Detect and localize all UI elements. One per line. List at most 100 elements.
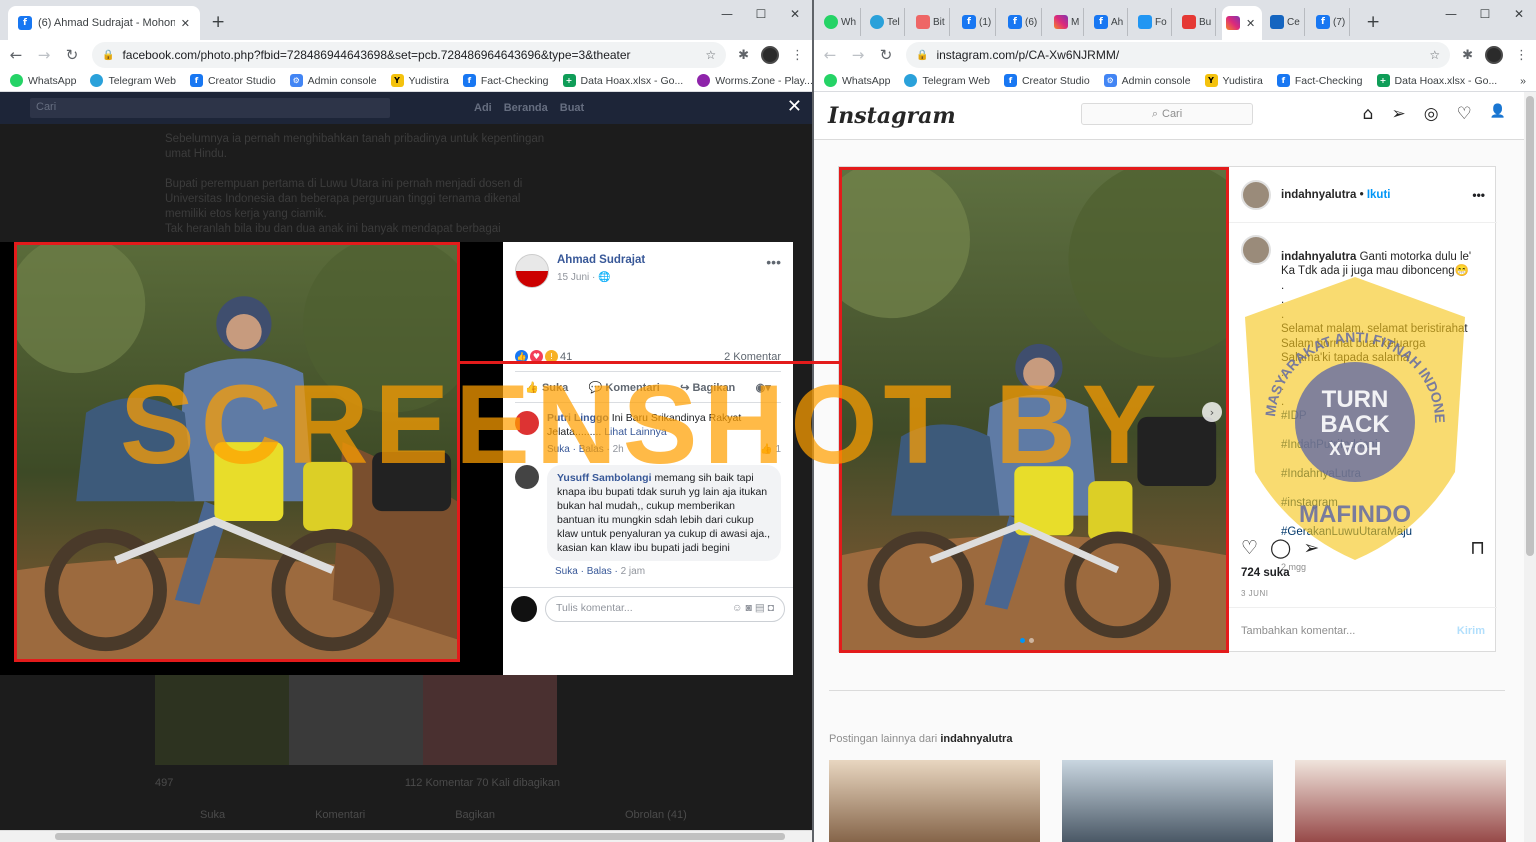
profile-avatar[interactable]: [1485, 46, 1503, 64]
menu-icon[interactable]: ⋮: [1515, 48, 1528, 63]
reload-button[interactable]: ↻: [878, 46, 894, 64]
activity-heart-icon[interactable]: ♡: [1457, 104, 1472, 124]
close-tab-icon[interactable]: ✕: [1246, 17, 1255, 30]
reload-button[interactable]: ↻: [64, 46, 80, 64]
forward-button[interactable]: →: [850, 46, 866, 64]
follow-button[interactable]: Ikuti: [1367, 189, 1391, 201]
bookmark-fact-checking[interactable]: f Fact-Checking: [1276, 74, 1363, 87]
browser-tab-facebook[interactable]: f (6) Ahmad Sudrajat - Mohon Do ✕: [8, 6, 200, 40]
author-name[interactable]: Ahmad Sudrajat: [557, 254, 645, 266]
related-photo[interactable]: [289, 675, 423, 765]
chat-button[interactable]: Obrolan (41): [625, 809, 687, 821]
share-button[interactable]: ↪ Bagikan: [680, 381, 735, 394]
next-slide-button[interactable]: ›: [1202, 402, 1222, 422]
browser-tab[interactable]: Bit: [912, 8, 950, 36]
home-icon[interactable]: ⌂: [1363, 104, 1374, 124]
instagram-search-input[interactable]: ⌕ Cari: [1081, 103, 1253, 125]
post-comment-button[interactable]: Kirim: [1457, 625, 1485, 637]
commenter-name[interactable]: Putri Linggo: [547, 412, 609, 424]
browser-tab[interactable]: Wh: [820, 8, 861, 36]
instagram-logo[interactable]: Instagram: [828, 103, 956, 129]
hashtag-link[interactable]: #IndahnyaLutra: [1281, 467, 1481, 482]
more-posts-username[interactable]: indahnyalutra: [940, 733, 1012, 745]
bookmark-admin-console[interactable]: ⚙ Admin console: [1103, 74, 1191, 87]
star-icon[interactable]: ☆: [1429, 48, 1440, 62]
new-tab-button[interactable]: +: [1366, 12, 1380, 32]
post-options-icon[interactable]: •••: [766, 254, 781, 270]
bookmark-worms-zone[interactable]: Worms.Zone - Play...: [697, 74, 812, 87]
forward-button[interactable]: →: [36, 46, 52, 64]
more-options-icon[interactable]: •••: [1472, 188, 1485, 202]
extensions-icon[interactable]: ✱: [738, 48, 749, 63]
audience-selector[interactable]: ◉▾: [756, 381, 771, 394]
browser-tab[interactable]: Fo: [1134, 8, 1172, 36]
scroll-thumb[interactable]: [55, 833, 785, 840]
topnav-home[interactable]: Beranda: [504, 102, 548, 114]
minimize-button[interactable]: —: [1434, 4, 1468, 24]
see-more-link[interactable]: Lihat Lainnya: [604, 426, 666, 438]
bookmark-yudistira[interactable]: Y Yudistira: [390, 74, 449, 87]
topnav-profile[interactable]: Adi: [474, 102, 492, 114]
horizontal-scrollbar[interactable]: [0, 830, 812, 842]
share-icon[interactable]: ➢: [1303, 537, 1319, 559]
bookmark-admin-console[interactable]: ⚙ Admin console: [289, 74, 377, 87]
profile-avatar[interactable]: [761, 46, 779, 64]
comment-like-link[interactable]: Suka: [555, 566, 578, 577]
like-heart-icon[interactable]: ♡: [1241, 537, 1258, 559]
bookmark-creator-studio[interactable]: f Creator Studio: [189, 74, 276, 87]
browser-tab[interactable]: Ce: [1266, 8, 1305, 36]
profile-icon[interactable]: 👤: [1490, 104, 1506, 124]
vertical-scrollbar[interactable]: [1524, 92, 1536, 842]
more-post-thumbnail[interactable]: [829, 760, 1040, 842]
commenter-avatar[interactable]: [515, 465, 539, 489]
author-avatar[interactable]: [1241, 179, 1271, 210]
browser-tab[interactable]: M: [1050, 8, 1085, 36]
menu-icon[interactable]: ⋮: [791, 48, 804, 63]
maximize-button[interactable]: ☐: [744, 4, 778, 24]
caption-avatar[interactable]: [1241, 235, 1271, 265]
browser-tab[interactable]: f (1): [958, 8, 997, 36]
more-post-thumbnail[interactable]: [1062, 760, 1273, 842]
more-bookmarks-icon[interactable]: »: [1520, 75, 1526, 87]
related-photo[interactable]: [155, 675, 289, 765]
facebook-search-input[interactable]: Cari: [30, 98, 390, 118]
like-button[interactable]: 👍 Suka: [525, 381, 568, 394]
comment-input[interactable]: Tulis komentar... ☺ ◙ ▤ ◘: [545, 596, 785, 622]
browser-tab-instagram-active[interactable]: ✕: [1222, 6, 1262, 40]
bookmark-fact-checking[interactable]: f Fact-Checking: [462, 74, 549, 87]
commenter-avatar[interactable]: [515, 411, 539, 435]
bookmark-whatsapp[interactable]: WhatsApp: [824, 74, 890, 87]
close-window-button[interactable]: ✕: [1502, 4, 1536, 24]
direct-icon[interactable]: ➢: [1391, 104, 1405, 124]
bookmark-whatsapp[interactable]: WhatsApp: [10, 74, 76, 87]
address-bar[interactable]: 🔒 instagram.com/p/CA-Xw6NJRMM/ ☆: [906, 42, 1451, 68]
browser-tab[interactable]: f (6): [1004, 8, 1043, 36]
comment-icon[interactable]: ◯: [1270, 537, 1291, 559]
bottom-like-button[interactable]: Suka: [200, 809, 225, 821]
maximize-button[interactable]: ☐: [1468, 4, 1502, 24]
comment-button[interactable]: 💬 Komentari: [589, 381, 660, 394]
bookmark-data-hoax[interactable]: + Data Hoax.xlsx - Go...: [562, 74, 683, 87]
instagram-photo[interactable]: ›: [839, 167, 1229, 653]
bookmark-telegram[interactable]: Telegram Web: [904, 74, 990, 87]
bookmark-yudistira[interactable]: Y Yudistira: [1204, 74, 1263, 87]
address-bar[interactable]: 🔒 facebook.com/photo.php?fbid=7284869446…: [92, 42, 727, 68]
commenter-name[interactable]: Yusuff Sambolangi: [557, 472, 652, 484]
author-avatar[interactable]: [515, 254, 549, 288]
close-tab-icon[interactable]: ✕: [181, 17, 190, 30]
new-tab-button[interactable]: +: [211, 12, 225, 32]
comment-like-link[interactable]: Suka: [547, 444, 570, 455]
explore-icon[interactable]: ◎: [1424, 104, 1439, 124]
back-button[interactable]: ←: [8, 46, 24, 64]
like-count[interactable]: 724 suka: [1241, 567, 1290, 579]
bookmark-telegram[interactable]: Telegram Web: [90, 74, 176, 87]
bookmark-icon[interactable]: ⊓: [1470, 537, 1485, 559]
more-post-thumbnail[interactable]: [1295, 760, 1506, 842]
composer-icons[interactable]: ☺ ◙ ▤ ◘: [732, 602, 774, 616]
comment-reply-link[interactable]: Balas: [587, 566, 612, 577]
star-icon[interactable]: ☆: [705, 48, 716, 62]
add-comment-input[interactable]: Tambahkan komentar...: [1241, 625, 1355, 637]
browser-tab[interactable]: Bu: [1178, 8, 1217, 36]
extensions-icon[interactable]: ✱: [1462, 48, 1473, 63]
hashtag-link[interactable]: #IndahPutriIndriani: [1281, 438, 1481, 453]
